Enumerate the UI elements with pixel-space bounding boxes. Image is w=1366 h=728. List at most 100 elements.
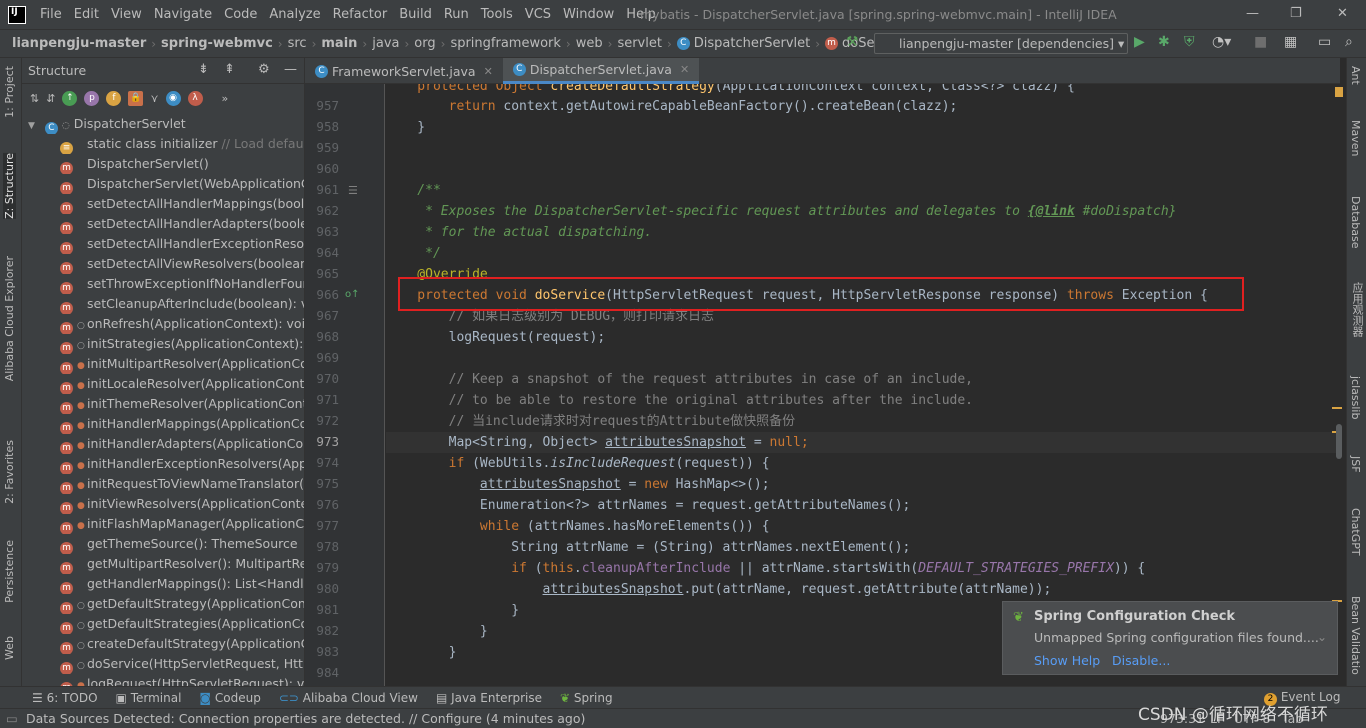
line-number[interactable]: 984 [305, 665, 339, 680]
disable-link[interactable]: Disable... [1112, 653, 1170, 668]
line-number[interactable]: 974 [305, 455, 339, 470]
tree-item[interactable]: m ○ getDefaultStrategy(ApplicationConte [22, 594, 304, 614]
tool-tab-codeup[interactable]: ◙ Codeup [199, 691, 260, 705]
line-number[interactable]: 972 [305, 413, 339, 428]
close-tab-icon[interactable]: ✕ [484, 65, 493, 78]
tree-item[interactable]: m ● initThemeResolver(ApplicationConte [22, 394, 304, 414]
gear-icon[interactable]: ⚙ [258, 62, 270, 77]
hammer-build-icon[interactable]: ⚒ [846, 34, 859, 50]
tool-tab-project[interactable]: 1: Project [3, 66, 16, 118]
tab-framework-servlet[interactable]: C FrameworkServlet.java ✕ [305, 58, 503, 84]
tree-root[interactable]: ▼ C ◌ DispatcherServlet [22, 114, 304, 134]
line-number[interactable]: 961 [305, 182, 339, 197]
line-number[interactable]: 963 [305, 224, 339, 239]
tool-tab-alibaba-cloud[interactable]: Alibaba Cloud Explorer [3, 256, 16, 381]
breadcrumb-module[interactable]: spring-webmvc [161, 36, 273, 51]
show-lambdas-icon[interactable]: ⋎ [150, 92, 158, 105]
tool-tab-app-observer[interactable]: 应用观测器 [1349, 282, 1365, 337]
breadcrumb-project[interactable]: lianpengju-master [12, 36, 146, 51]
menu-file[interactable]: File [34, 7, 68, 22]
tree-item[interactable]: ≡ static class initializer// Load default… [22, 134, 304, 154]
tree-item[interactable]: m setDetectAllHandlerExceptionResolve [22, 234, 304, 254]
tool-tab-jsf[interactable]: JSF [1349, 456, 1362, 473]
search-everywhere-icon[interactable]: ⌕ [1345, 34, 1353, 50]
tree-item[interactable]: m setDetectAllHandlerAdapters(boolea [22, 214, 304, 234]
breadcrumb-web[interactable]: web [576, 36, 603, 51]
line-number[interactable]: 970 [305, 371, 339, 386]
tree-item[interactable]: m DispatcherServlet() [22, 154, 304, 174]
line-number[interactable]: 964 [305, 245, 339, 260]
breadcrumb-src[interactable]: src [288, 36, 307, 51]
code-editor[interactable]: protected Object createDefaultStrategy(A… [386, 84, 1340, 686]
tree-item[interactable]: m●logRequest(HttpServletRequest): v [22, 674, 304, 686]
tool-tab-database[interactable]: Database [1349, 196, 1362, 249]
tree-item[interactable]: m ● initRequestToViewNameTranslator(A [22, 474, 304, 494]
breadcrumb-springframework[interactable]: springframework [450, 36, 560, 51]
line-number[interactable]: 957 [305, 98, 339, 113]
tree-item[interactable]: m setDetectAllViewResolvers(boolean): [22, 254, 304, 274]
line-number[interactable]: 976 [305, 497, 339, 512]
hide-icon[interactable]: — [284, 62, 297, 77]
tool-tab-java-enterprise[interactable]: ▤ Java Enterprise [436, 691, 542, 705]
sort-alpha-icon[interactable]: ⇵ [46, 92, 55, 105]
line-number[interactable]: 973 [305, 434, 339, 449]
chevron-down-icon[interactable]: ⌄ [1317, 630, 1327, 644]
line-number[interactable]: 968 [305, 329, 339, 344]
show-properties-icon[interactable]: p [84, 90, 100, 106]
tree-item[interactable]: m getMultipartResolver(): MultipartRes [22, 554, 304, 574]
tool-tab-spring[interactable]: ❦ Spring [560, 691, 613, 705]
breadcrumb-class[interactable]: DispatcherServlet [694, 36, 810, 51]
run-icon[interactable]: ▶ [1134, 34, 1145, 50]
line-number[interactable]: 983 [305, 644, 339, 659]
line-number[interactable]: 962 [305, 203, 339, 218]
line-number[interactable]: 979 [305, 560, 339, 575]
show-anonymous-icon[interactable]: ◉ [165, 90, 181, 106]
scroll-thumb[interactable] [1336, 424, 1342, 459]
menu-window[interactable]: Window [557, 7, 620, 22]
spring-config-notification[interactable]: ❦ Spring Configuration Check Unmapped Sp… [1002, 601, 1338, 675]
tool-tab-bean-validation[interactable]: Bean Validatio [1349, 596, 1362, 675]
tree-item[interactable]: m setCleanupAfterInclude(boolean): vo [22, 294, 304, 314]
tree-item[interactable]: m ○ doService(HttpServletRequest, HttpS [22, 654, 304, 674]
tool-tab-favorites[interactable]: 2: Favorites [3, 440, 16, 504]
menu-tools[interactable]: Tools [475, 7, 519, 22]
line-number[interactable]: 965 [305, 266, 339, 281]
tree-item[interactable]: m ○ initStrategies(ApplicationContext): vo [22, 334, 304, 354]
tree-item[interactable]: m ● initFlashMapManager(ApplicationCo [22, 514, 304, 534]
javadoc-render-icon[interactable]: ☰ [348, 184, 358, 197]
collapse-all-icon[interactable]: ⇞ [224, 62, 235, 77]
minimize-icon[interactable]: — [1246, 6, 1259, 21]
expand-arrow-icon[interactable]: ▼ [28, 121, 35, 131]
tree-item[interactable]: m ● initHandlerAdapters(ApplicationCom [22, 434, 304, 454]
tool-tab-terminal[interactable]: ▣ Terminal [116, 691, 182, 705]
layout-icon[interactable]: ▭ [1318, 34, 1331, 50]
line-number[interactable]: 967 [305, 308, 339, 323]
menu-analyze[interactable]: Analyze [263, 7, 326, 22]
line-number[interactable]: 980 [305, 581, 339, 596]
more-icon[interactable]: » [222, 92, 229, 105]
tree-item[interactable]: m DispatcherServlet(WebApplicationCo [22, 174, 304, 194]
line-number[interactable]: 978 [305, 539, 339, 554]
show-fields-icon[interactable]: f [106, 90, 122, 106]
coverage-icon[interactable]: ⛨ [1184, 34, 1195, 50]
tree-item[interactable]: m ○ onRefresh(ApplicationContext): void [22, 314, 304, 334]
tool-tab-persistence[interactable]: Persistence [3, 540, 16, 603]
line-number[interactable]: 969 [305, 350, 339, 365]
tree-item[interactable]: m ● initMultipartResolver(ApplicationCor [22, 354, 304, 374]
line-number[interactable]: 982 [305, 623, 339, 638]
breadcrumb-main[interactable]: main [321, 36, 357, 51]
intellij-logo-icon[interactable]: IJ [8, 5, 26, 24]
line-number[interactable]: 977 [305, 518, 339, 533]
menu-view[interactable]: View [105, 7, 148, 22]
line-number[interactable]: 966 [305, 287, 339, 302]
line-number[interactable]: 981 [305, 602, 339, 617]
profile-icon[interactable]: ◔▾ [1212, 34, 1231, 50]
tool-tab-structure[interactable]: Z: Structure [3, 153, 16, 219]
close-tab-icon[interactable]: ✕ [680, 63, 689, 76]
expand-all-icon[interactable]: ⇟ [198, 62, 209, 77]
restore-icon[interactable]: ❐ [1290, 6, 1302, 21]
stop-icon[interactable]: ■ [1254, 34, 1267, 50]
tree-item[interactable]: m setDetectAllHandlerMappings(boolea [22, 194, 304, 214]
menu-code[interactable]: Code [218, 7, 263, 22]
menu-navigate[interactable]: Navigate [148, 7, 218, 22]
